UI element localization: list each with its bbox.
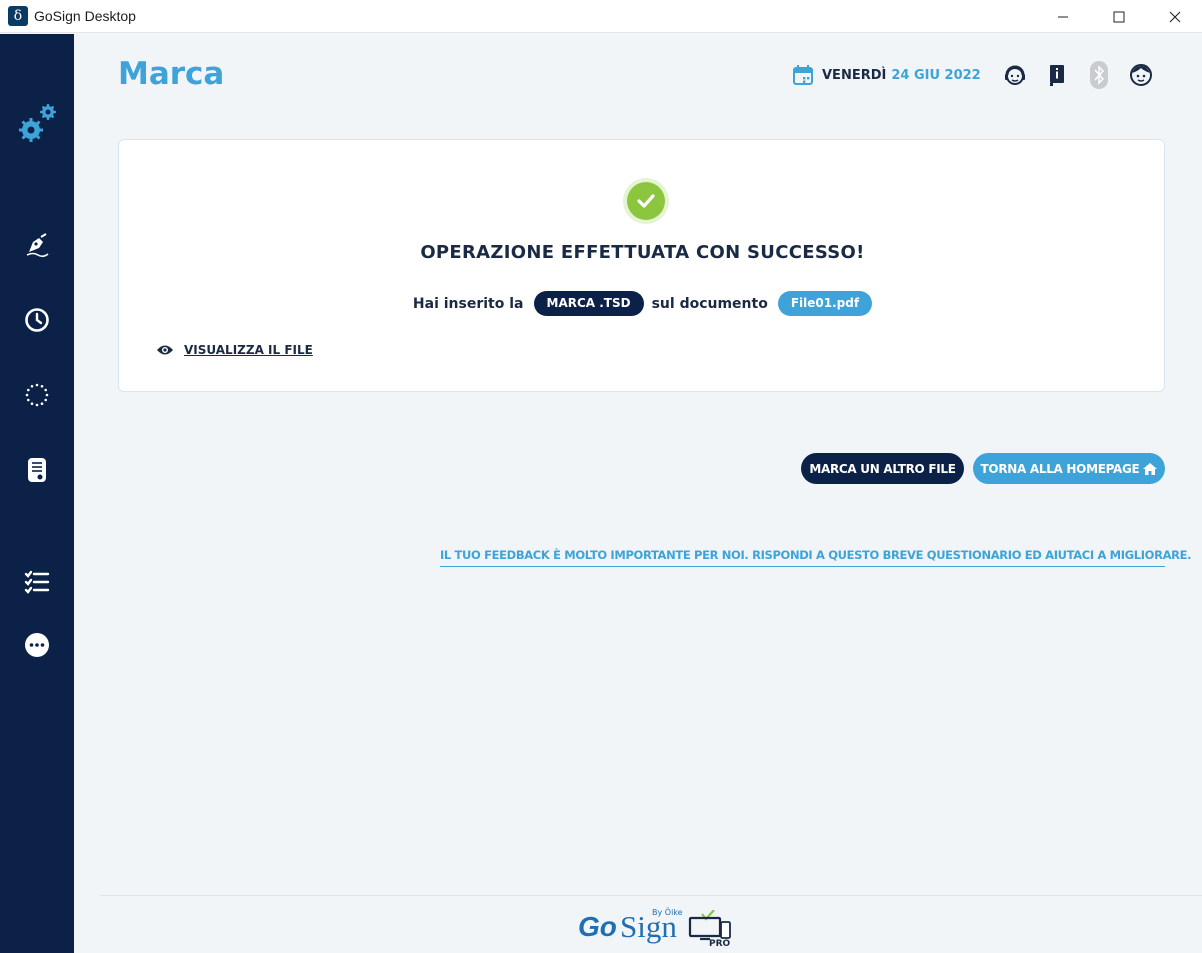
home-icon (1143, 462, 1158, 475)
date-day: VENERDÌ (822, 67, 887, 83)
sidebar-item-sign[interactable] (21, 229, 53, 261)
mark-type-badge: MARCA .TSD (533, 291, 644, 316)
minimize-icon (1058, 16, 1068, 17)
mark-another-file-button[interactable]: MARCA UN ALTRO FILE (801, 453, 964, 484)
page-title: Marca (118, 56, 225, 92)
success-badge (627, 182, 665, 220)
devices-icon (688, 910, 731, 941)
document-stamp-icon (28, 458, 46, 482)
support-button[interactable] (1002, 62, 1028, 88)
loading-circle-icon (25, 383, 49, 407)
eye-icon (157, 345, 173, 355)
gosign-logo: Go Sign By Öike PRO (578, 906, 738, 952)
sidebar-item-tasks[interactable] (21, 566, 53, 598)
date-display: VENERDÌ 24 GIU 2022 (792, 63, 981, 87)
app-logo-icon: δ (8, 6, 28, 26)
info-button[interactable] (1044, 62, 1070, 88)
sidebar-item-settings[interactable] (17, 102, 61, 146)
feedback-survey-link[interactable]: IL TUO FEEDBACK È MOLTO IMPORTANTE PER N… (440, 548, 1192, 567)
operation-summary: Hai inserito la MARCA .TSD sul documento… (119, 291, 1166, 316)
info-book-icon (1050, 65, 1064, 86)
sidebar-item-stamp[interactable] (21, 454, 53, 486)
mark-another-label: MARCA UN ALTRO FILE (809, 461, 956, 476)
checklist-icon (24, 570, 50, 594)
bluetooth-button[interactable] (1086, 61, 1112, 89)
view-file-label: VISUALIZZA IL FILE (184, 343, 313, 357)
user-button[interactable] (1128, 62, 1154, 88)
support-icon (1005, 65, 1025, 85)
checkmark-icon (637, 194, 655, 208)
footer-divider (100, 895, 1202, 896)
minimize-button[interactable] (1040, 0, 1086, 33)
file-name-badge: File01.pdf (777, 291, 873, 316)
summary-prefix: Hai inserito la (412, 295, 524, 312)
sidebar-item-more[interactable] (21, 629, 53, 661)
user-avatar-icon (1130, 64, 1152, 86)
date-value: 24 GIU 2022 (891, 67, 981, 83)
window-title: GoSign Desktop (34, 8, 136, 24)
close-icon (1169, 11, 1181, 22)
logo-pro-text: PRO (709, 939, 731, 949)
sidebar (0, 34, 74, 953)
success-message: OPERAZIONE EFFETTUATA CON SUCCESSO! (420, 242, 865, 263)
back-to-homepage-button[interactable]: TORNA ALLA HOMEPAGE (973, 453, 1165, 484)
clock-icon (25, 308, 49, 332)
close-button[interactable] (1152, 0, 1198, 33)
logo-by-text: By Öike (652, 908, 683, 917)
title-bar: δ GoSign Desktop (0, 0, 1202, 33)
bluetooth-icon (1090, 61, 1108, 89)
result-card: OPERAZIONE EFFETTUATA CON SUCCESSO! Hai … (118, 139, 1165, 392)
maximize-button[interactable] (1096, 0, 1142, 33)
sidebar-item-loading[interactable] (21, 379, 53, 411)
calendar-icon (793, 65, 813, 85)
sign-pen-icon (26, 233, 49, 258)
settings-gears-icon (19, 104, 56, 142)
back-home-label: TORNA ALLA HOMEPAGE (980, 461, 1140, 476)
maximize-icon (1113, 11, 1125, 22)
logo-go-text: Go (578, 911, 617, 942)
more-icon (25, 633, 49, 657)
summary-middle: sul documento (651, 295, 768, 312)
sidebar-item-history[interactable] (21, 304, 53, 336)
view-file-link[interactable]: VISUALIZZA IL FILE (156, 343, 313, 357)
